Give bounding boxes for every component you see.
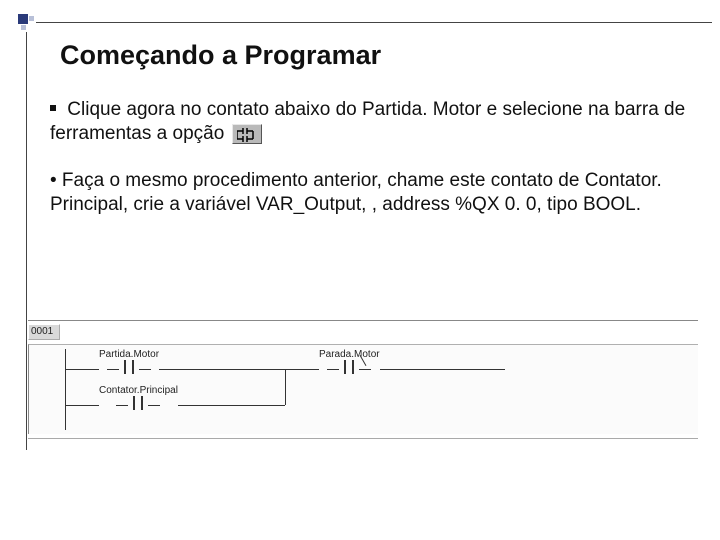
contact-label: Parada.Motor bbox=[319, 349, 380, 360]
slide-corner-decoration bbox=[18, 14, 38, 34]
rung-number: 0001 bbox=[28, 324, 60, 340]
contact-contator-principal: Contator.Principal bbox=[99, 385, 178, 414]
nc-contact-icon bbox=[319, 360, 380, 378]
slide-body: Clique agora no contato abaixo do Partid… bbox=[50, 98, 690, 223]
ladder-diagram: 0001 Partida.Motor Parada.Motor Contator… bbox=[28, 320, 698, 439]
contact-label: Contator.Principal bbox=[99, 385, 178, 396]
parallel-contact-toolbar-button-icon bbox=[232, 124, 262, 144]
no-contact-icon bbox=[99, 396, 178, 414]
contact-partida-motor: Partida.Motor bbox=[99, 349, 159, 378]
paragraph-2: • Faça o mesmo procedimento anterior, ch… bbox=[50, 169, 690, 218]
paragraph-1-text: Clique agora no contato abaixo do Partid… bbox=[50, 99, 685, 144]
paragraph-1: Clique agora no contato abaixo do Partid… bbox=[50, 98, 690, 147]
slide-title: Começando a Programar bbox=[60, 40, 381, 71]
contact-label: Partida.Motor bbox=[99, 349, 159, 360]
slide-top-rule bbox=[36, 22, 712, 23]
slide-left-rule bbox=[26, 32, 27, 450]
ladder-area: Partida.Motor Parada.Motor Contator.Prin… bbox=[28, 344, 698, 434]
no-contact-icon bbox=[99, 360, 159, 378]
bullet-square-icon bbox=[50, 105, 56, 111]
contact-parada-motor: Parada.Motor bbox=[319, 349, 380, 378]
